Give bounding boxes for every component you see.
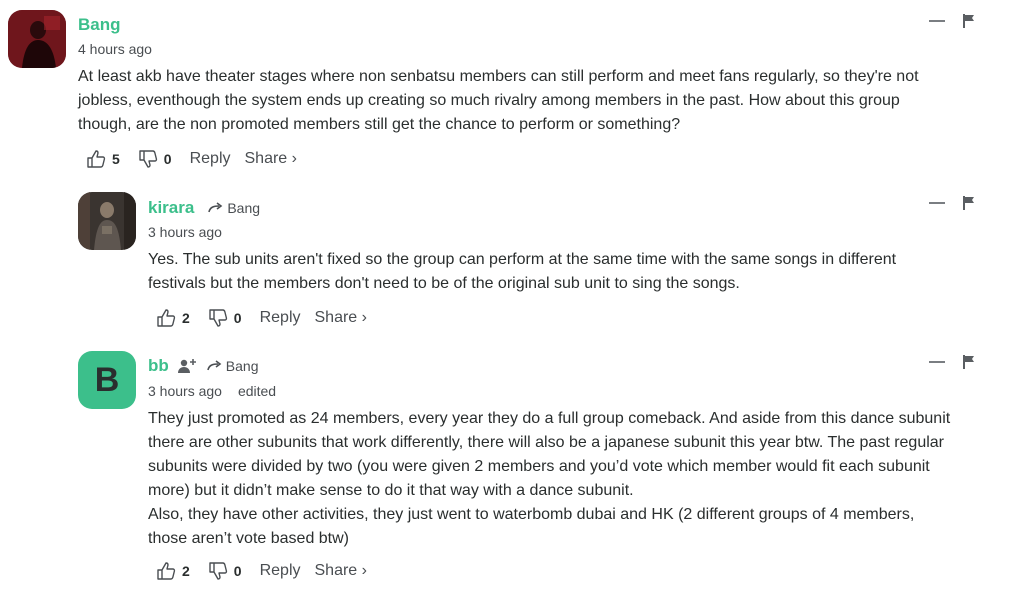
- edited-label: edited: [237, 383, 277, 399]
- collapse-icon[interactable]: [929, 202, 945, 204]
- comment-text-line: those aren’t vote based btw): [148, 530, 350, 547]
- comment-meta: 4 hours ago: [78, 41, 152, 57]
- comment-actions: 2 0 Reply Share ›: [156, 308, 381, 328]
- author-name[interactable]: Bang: [78, 15, 121, 35]
- comment-text-line: though, are the non promoted members sti…: [78, 116, 681, 133]
- user-photo-icon: [78, 192, 136, 250]
- thumbs-up-icon: [157, 309, 176, 327]
- comment-actions: 2 0 Reply Share ›: [156, 561, 381, 581]
- comment-text-line: subunits were divided by two (you were g…: [148, 458, 930, 475]
- thumbs-up-icon: [87, 150, 106, 168]
- author-name[interactable]: kirara: [148, 198, 194, 218]
- comment-text-line: Also, they have other activities, they j…: [148, 506, 915, 523]
- comment-text-line: festivals but the members don't need to …: [148, 275, 740, 292]
- comment-body: They just promoted as 24 members, every …: [148, 407, 950, 551]
- upvote-count: 5: [112, 151, 120, 167]
- upvote-button[interactable]: 5: [86, 149, 120, 169]
- comment-body: At least akb have theater stages where n…: [78, 65, 919, 137]
- comment-tools: [929, 355, 975, 369]
- comment-tools: [929, 196, 975, 210]
- comment-body: Yes. The sub units aren't fixed so the g…: [148, 248, 896, 296]
- reply-button[interactable]: Reply: [260, 309, 301, 327]
- reply-to-name: Bang: [225, 358, 259, 374]
- avatar[interactable]: [78, 192, 136, 250]
- comment-header: bb Bang: [148, 356, 258, 376]
- collapse-icon[interactable]: [929, 20, 945, 22]
- downvote-count: 0: [233, 310, 242, 326]
- avatar-letter: B: [94, 360, 120, 399]
- downvote-button[interactable]: 0: [138, 149, 172, 169]
- timestamp[interactable]: 3 hours ago: [148, 383, 222, 399]
- comment-header: Bang: [78, 15, 121, 35]
- comment-text-line: They just promoted as 24 members, every …: [148, 410, 951, 427]
- downvote-button[interactable]: 0: [208, 308, 242, 328]
- comment-text-line: At least akb have theater stages where n…: [78, 68, 919, 85]
- comment-text-line: Yes. The sub units aren't fixed so the g…: [148, 251, 897, 268]
- author-name[interactable]: bb: [148, 356, 169, 376]
- timestamp[interactable]: 4 hours ago: [78, 41, 152, 57]
- downvote-count: 0: [163, 151, 172, 167]
- upvote-button[interactable]: 2: [156, 308, 190, 328]
- flag-icon[interactable]: [963, 355, 975, 369]
- comment-meta: 3 hours ago: [148, 224, 222, 240]
- reply-to[interactable]: Bang: [206, 358, 259, 374]
- reply-to[interactable]: Bang: [208, 200, 260, 216]
- comment-header: kirara Bang: [148, 198, 260, 218]
- reply-button[interactable]: Reply: [260, 562, 301, 580]
- thumbs-down-icon: [139, 150, 157, 168]
- collapse-icon[interactable]: [929, 361, 945, 363]
- avatar[interactable]: B: [78, 351, 136, 409]
- follow-user-icon[interactable]: [177, 358, 197, 374]
- comment-text-line: more) but it didn’t make sense to do it …: [148, 482, 634, 499]
- share-button[interactable]: Share ›: [315, 562, 367, 580]
- flag-icon[interactable]: [963, 14, 975, 28]
- avatar[interactable]: [8, 10, 66, 68]
- upvote-count: 2: [182, 563, 190, 579]
- timestamp[interactable]: 3 hours ago: [148, 224, 222, 240]
- comment-actions: 5 0 Reply Share ›: [86, 149, 311, 169]
- downvote-count: 0: [233, 563, 242, 579]
- thumbs-down-icon: [209, 309, 227, 327]
- user-photo-icon: [8, 10, 66, 68]
- reply-arrow-icon: [208, 202, 223, 213]
- share-button[interactable]: Share ›: [245, 150, 297, 168]
- comment-text-line: jobless, eventhough the system ends up c…: [78, 92, 900, 109]
- reply-button[interactable]: Reply: [190, 150, 231, 168]
- comment-text-line: there are other subunits that work diffe…: [148, 434, 945, 451]
- upvote-button[interactable]: 2: [156, 561, 190, 581]
- downvote-button[interactable]: 0: [208, 561, 242, 581]
- reply-to-name: Bang: [227, 200, 261, 216]
- flag-icon[interactable]: [963, 196, 975, 210]
- share-button[interactable]: Share ›: [315, 309, 367, 327]
- upvote-count: 2: [182, 310, 190, 326]
- reply-arrow-icon: [206, 360, 222, 371]
- comment-tools: [929, 14, 975, 28]
- comment-meta: 3 hours ago edited: [148, 383, 276, 399]
- thumbs-up-icon: [157, 562, 176, 580]
- thumbs-down-icon: [209, 562, 227, 580]
